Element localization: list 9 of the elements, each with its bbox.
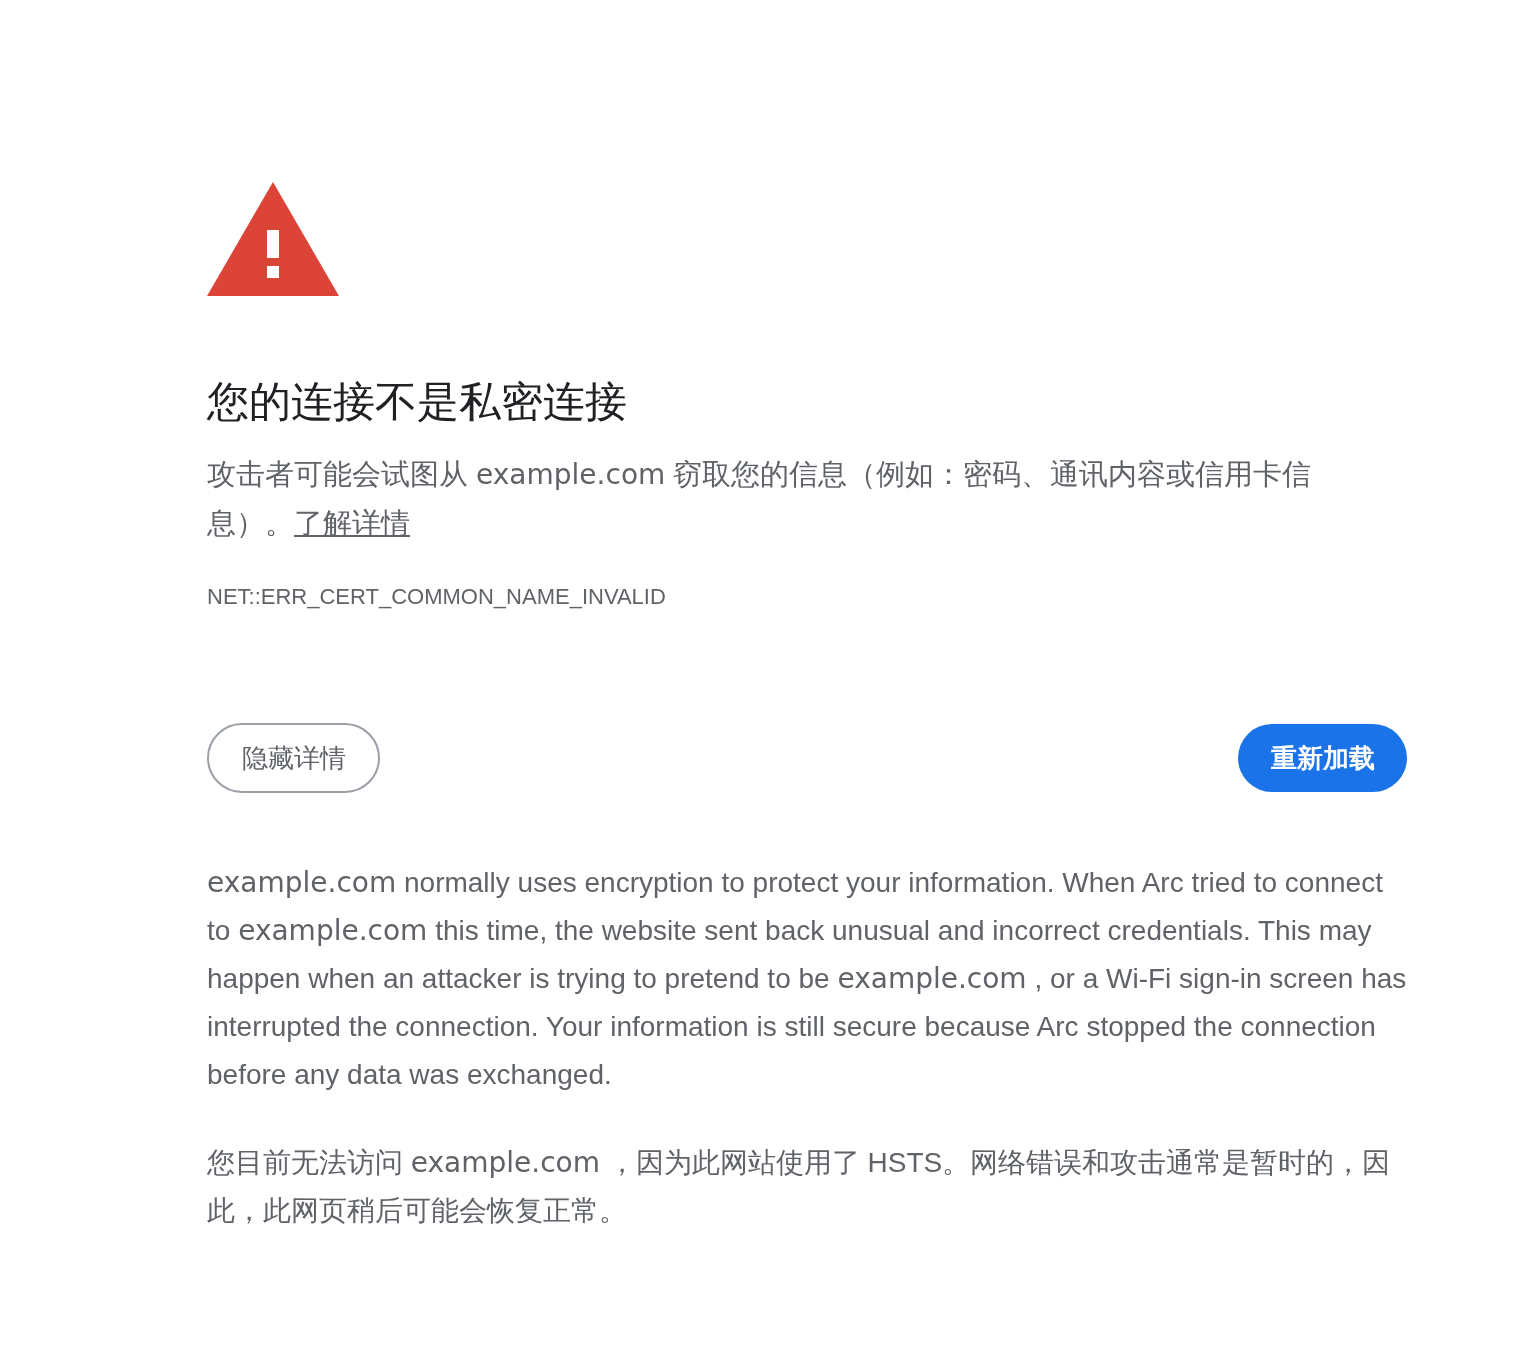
- hide-details-button[interactable]: 隐藏详情: [207, 723, 380, 793]
- warning-text: 攻击者可能会试图从 example.com 窃取您的信息（例如：密码、通讯内容或信用卡信息）。了解详情: [207, 457, 1313, 541]
- error-code: NET::ERR_CERT_COMMON_NAME_INVALID: [207, 583, 667, 611]
- reload-button[interactable]: 重新加载: [1238, 724, 1407, 792]
- details-paragraph: 您目前无法访问 example.com ，因为此网站使用了 HSTS。网络错误和攻击通常是暂时的，因此，此网页稍后可能会恢复正常。: [207, 1145, 1392, 1228]
- learn-more-link[interactable]: 了解详情: [294, 507, 410, 539]
- details-paragraph: example.com normally uses encryption to protect your information. When Arc tried to connect to example.com this time, the website sent back unusual and incorrect credentials. This may happen when an attacker is trying to pretend to be example.com , or a Wi-Fi sign-in screen has interrupted the connection. Your information is still secure because Arc stopped the connection before any data was exchanged.: [207, 865, 1407, 1092]
- page-heading: 您的连接不是私密连接: [207, 377, 628, 427]
- warning-icon: [207, 182, 339, 296]
